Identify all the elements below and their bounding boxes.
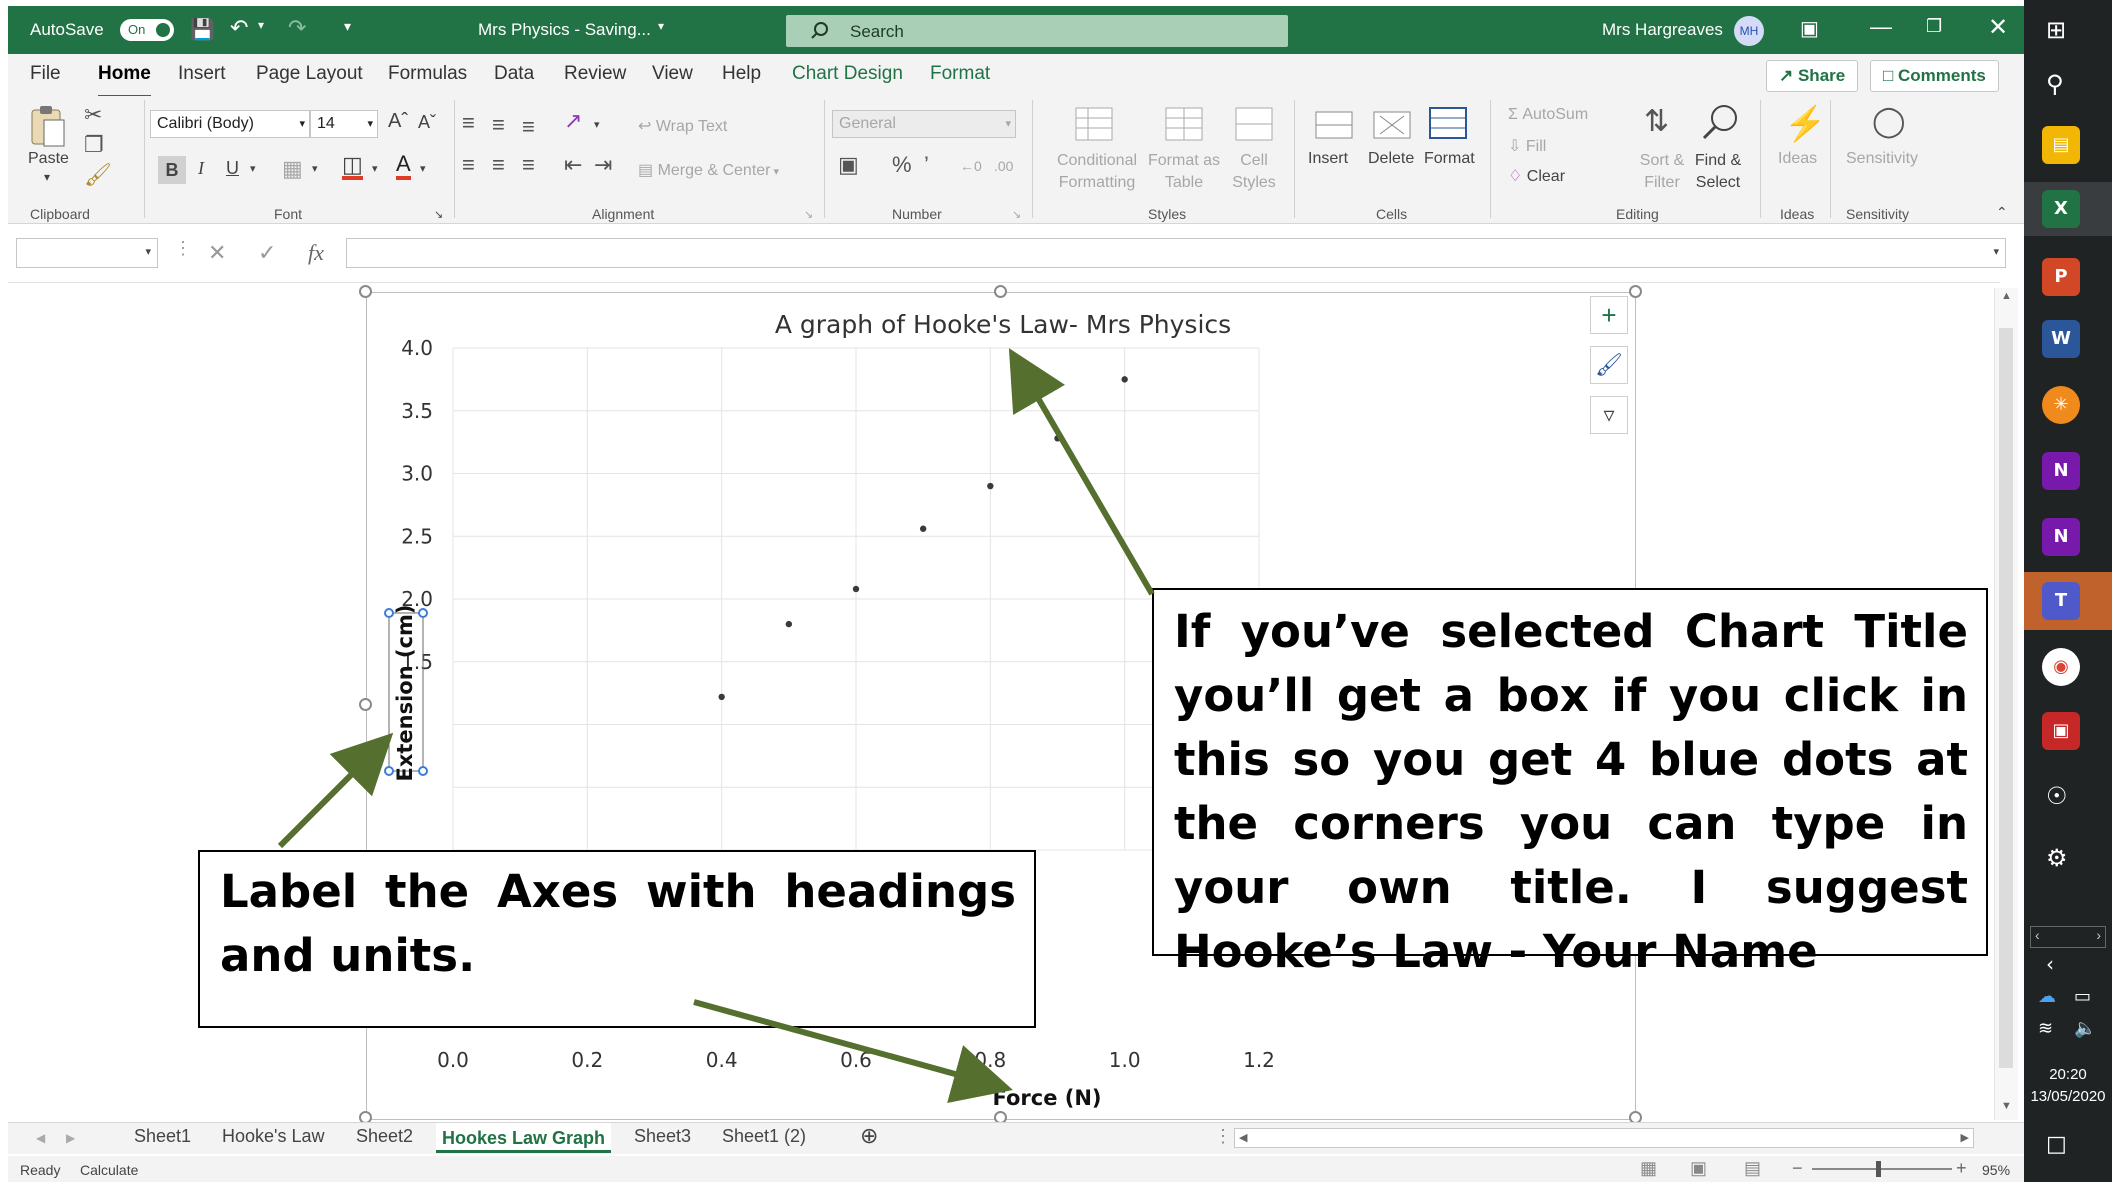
teams-icon[interactable]: T [2042,582,2080,620]
settings-icon[interactable]: ⚙ [2046,844,2068,872]
onenote-icon[interactable]: N [2042,518,2080,556]
zoom-out-icon[interactable]: − [1792,1158,1803,1179]
excel-window: AutoSave On 💾 ↶ ▾ ↷ ▾ Mrs Physics - Savi… [0,0,2112,1182]
clock-time: 20:20 [2049,1066,2087,1083]
sheet-tab[interactable]: Hooke's Law [222,1126,325,1147]
clock[interactable]: 20:20 13/05/2020 [2024,1064,2112,1108]
chevron-left-icon[interactable]: ‹ [2035,927,2040,943]
sheet-tab[interactable]: Sheet1 [134,1126,191,1147]
scroll-left-icon[interactable]: ◀ [1239,1131,1247,1144]
add-sheet-icon[interactable]: ⊕ [860,1123,878,1149]
windows-start-icon[interactable]: ⊞ [2046,16,2066,44]
chrome-icon[interactable]: ◉ [2042,648,2080,686]
battery-icon[interactable]: ▭ [2074,986,2091,1007]
normal-view-icon[interactable]: ▦ [1640,1158,1657,1179]
app-icon[interactable]: ▣ [2042,712,2080,750]
status-ready: Ready [20,1162,61,1178]
chevron-left-icon[interactable]: ‹ [2046,952,2054,976]
sheet-tab[interactable]: Sheet1 (2) [722,1126,806,1147]
onedrive-icon[interactable]: ☁ [2038,986,2056,1007]
windows-taskbar: ⊞ ⚲ ▤ X P W ✳ N N T ◉ ▣ ☉ ⚙ ‹ › ‹ ☁ ▭ ≋ … [2024,0,2112,1182]
app-icon[interactable]: ✳ [2042,386,2080,424]
page-layout-view-icon[interactable]: ▣ [1690,1158,1707,1179]
chevron-right-icon[interactable]: › [2096,927,2101,943]
zoom-level[interactable]: 95% [1982,1162,2010,1178]
sheet-tab-active[interactable]: Hookes Law Graph [436,1123,612,1153]
sheet-tab[interactable]: Sheet3 [634,1126,691,1147]
scroll-right-icon[interactable]: ▶ [1961,1131,1969,1144]
excel-icon[interactable]: X [2042,190,2080,228]
status-calculate: Calculate [80,1162,139,1178]
powerpoint-icon[interactable]: P [2042,258,2080,296]
prev-sheet-icon[interactable]: ◀ [36,1131,45,1145]
annotation-arrows [277,348,1155,1103]
zoom-slider[interactable] [1812,1161,1952,1177]
app-icon[interactable]: ☉ [2046,782,2068,810]
more-icon: ⋮ [1214,1126,1232,1146]
clock-date: 13/05/2020 [2030,1088,2106,1105]
word-icon[interactable]: W [2042,320,2080,358]
volume-icon[interactable]: 🔈 [2074,1018,2096,1039]
page-break-view-icon[interactable]: ▤ [1744,1158,1761,1179]
arrow-to-x-axis-title [693,999,1013,1103]
sheet-tab[interactable]: Sheet2 [356,1126,413,1147]
next-sheet-icon[interactable]: ▶ [66,1131,75,1145]
onenote-icon[interactable]: N [2042,452,2080,490]
arrow-to-title [1008,348,1155,596]
wifi-icon[interactable]: ≋ [2038,1018,2053,1039]
search-icon[interactable]: ⚲ [2046,70,2064,98]
arrow-to-y-axis-title [277,732,394,849]
notifications-icon[interactable]: □ [2046,1132,2067,1157]
file-explorer-icon[interactable]: ▤ [2042,126,2080,164]
zoom-in-icon[interactable]: + [1956,1158,1967,1179]
zoom-slider-thumb[interactable] [1876,1161,1881,1177]
taskbar-scroll[interactable]: ‹ › [2030,926,2106,948]
horizontal-scrollbar[interactable]: ◀ ▶ [1234,1128,1974,1148]
status-bar: Ready Calculate ▦ ▣ ▤ − + 95% [8,1156,2024,1182]
